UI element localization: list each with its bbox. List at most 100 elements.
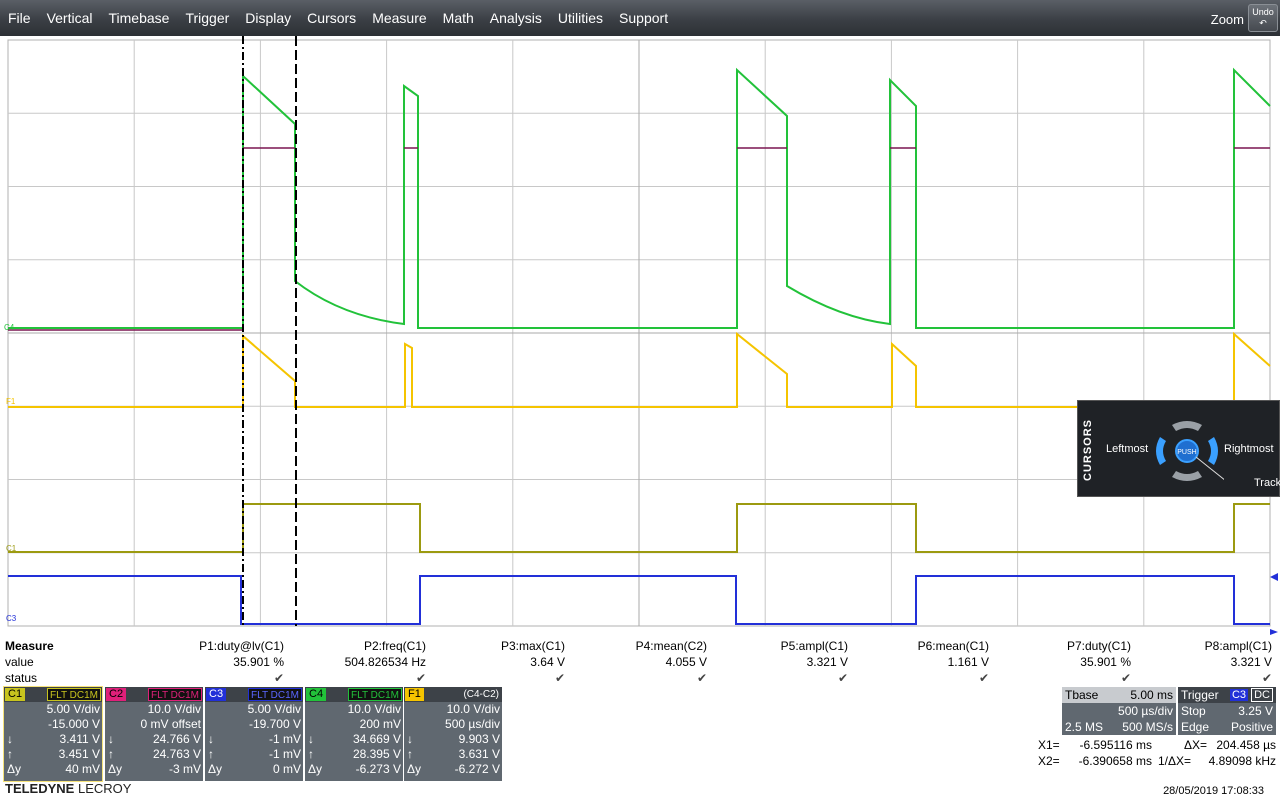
menu-math[interactable]: Math	[435, 0, 482, 36]
timebase-box[interactable]: Tbase 5.00 ms 500 µs/div 2.5 MS 500 MS/s	[1062, 687, 1176, 735]
channel-box-c4[interactable]: C4 FLT DC1M 10.0 V/div 200 mV ↓ 34.669 V ↑…	[305, 687, 403, 781]
up-arrow-icon: ↑	[208, 747, 214, 761]
trigger-slope: Positive	[1230, 720, 1273, 734]
vdiv: 10.0 V/div	[446, 702, 500, 716]
trigger-arrow-marker	[1270, 629, 1278, 635]
param-name[interactable]: P4:mean(C2)	[636, 639, 707, 653]
trigger-box[interactable]: Trigger C3 DC Stop 3.25 V Edge Positive	[1178, 687, 1276, 735]
cursor-down-value: 24.766 V	[152, 732, 201, 746]
menu-trigger[interactable]: Trigger	[177, 0, 237, 36]
menu-timebase[interactable]: Timebase	[100, 0, 177, 36]
param-name[interactable]: P5:ampl(C1)	[781, 639, 848, 653]
down-arrow-icon: ↓	[407, 732, 413, 746]
up-arrow-icon: ↑	[7, 747, 13, 761]
vdiv: 10.0 V/div	[147, 702, 201, 716]
param-value: 3.64 V	[530, 655, 565, 669]
cursor-down-value: 34.669 V	[352, 732, 401, 746]
vdiv: 5.00 V/div	[247, 702, 301, 716]
waveform-display[interactable]: C4 F1 C1 C3	[0, 36, 1280, 640]
param-value: 1.161 V	[947, 655, 989, 669]
trigger-label: Trigger	[1181, 688, 1219, 702]
channel-box-c3[interactable]: C3 FLT DC1M 5.00 V/div -19.700 V ↓ -1 mV ↑…	[205, 687, 303, 781]
delta-y-value: 0 mV	[272, 762, 301, 776]
delta-y-value: -3 mV	[168, 762, 201, 776]
menu-utilities[interactable]: Utilities	[550, 0, 611, 36]
status-check-icon: ✔	[273, 671, 284, 685]
timebase-label: Tbase	[1065, 688, 1099, 702]
timebase-rate: 500 MS/s	[1122, 720, 1173, 734]
measure-header[interactable]: Measure	[5, 639, 54, 653]
measure-value-row: value 35.901 % 504.826534 Hz 3.64 V 4.05…	[0, 655, 1280, 671]
graticule	[7, 39, 1271, 627]
param-name[interactable]: P3:max(C1)	[501, 639, 565, 653]
vdiv: 10.0 V/div	[347, 702, 401, 716]
status-check-icon: ✔	[978, 671, 989, 685]
trigger-level: 3.25 V	[1238, 704, 1273, 718]
menu-display[interactable]: Display	[237, 0, 299, 36]
cursor-knob-icon[interactable]: PUSH	[1150, 417, 1224, 485]
channel-box-c1[interactable]: C1 FLT DC1M 5.00 V/div -15.000 V ↓ 3.411 V…	[3, 686, 103, 782]
cursor-up-value: 24.763 V	[152, 747, 201, 761]
param-value: 504.826534 Hz	[344, 655, 426, 669]
up-arrow-icon: ↑	[407, 747, 413, 761]
trigger-source: C3	[1229, 689, 1249, 701]
param-value: 35.901 %	[233, 655, 284, 669]
status-check-icon: ✔	[837, 671, 848, 685]
value-label: value	[5, 655, 34, 669]
menu-bar: File Vertical Timebase Trigger Display C…	[0, 0, 1280, 36]
offset: 200 mV	[359, 717, 401, 731]
vdiv: 5.00 V/div	[46, 702, 100, 716]
datetime: 28/05/2019 17:08:33	[1163, 785, 1264, 797]
param-name[interactable]: P2:freq(C1)	[364, 639, 426, 653]
delta-y-value: -6.273 V	[355, 762, 401, 776]
zoom-button[interactable]: Zoom	[1211, 12, 1244, 27]
channel-box-c2[interactable]: C2 FLT DC1M 10.0 V/div 0 mV offset ↓ 24.76…	[105, 687, 203, 781]
cursor-rightmost-label[interactable]: Rightmost	[1224, 443, 1274, 455]
channel-tag: C1	[5, 688, 26, 701]
status-check-icon: ✔	[415, 671, 426, 685]
menu-support[interactable]: Support	[611, 0, 676, 36]
brand-logo: TELEDYNE LECROY	[5, 781, 131, 796]
coupling-badge: FLT DC1M	[248, 688, 302, 701]
param-name[interactable]: P6:mean(C1)	[918, 639, 989, 653]
x1-label: X1=	[1038, 738, 1060, 752]
timebase-delay: 5.00 ms	[1130, 688, 1173, 702]
channel-tag: C3	[206, 688, 227, 701]
trigger-mode: Stop	[1181, 704, 1206, 718]
logo-sub: LECROY	[77, 781, 132, 796]
cursor-lines[interactable]	[242, 36, 297, 626]
cursor-down-value: -1 mV	[268, 732, 301, 746]
param-name[interactable]: P7:duty(C1)	[1067, 639, 1131, 653]
timebase-samples: 2.5 MS	[1065, 720, 1104, 734]
down-arrow-icon: ↓	[208, 732, 214, 746]
channel-box-f1[interactable]: F1 (C4-C2) 10.0 V/div 500 µs/div ↓ 9.903 V…	[404, 687, 502, 781]
cursor-up-value: 3.451 V	[58, 747, 100, 761]
coupling-badge: FLT DC1M	[148, 688, 202, 701]
undo-label: Undo	[1252, 7, 1274, 17]
cursor-leftmost-label[interactable]: Leftmost	[1106, 443, 1148, 455]
delta-y-label: Δy	[308, 762, 323, 776]
undo-button[interactable]: Undo ↶	[1248, 4, 1278, 32]
offset: -15.000 V	[47, 717, 100, 731]
offset: 0 mV offset	[140, 717, 201, 731]
cursor-track-label[interactable]: Track	[1254, 477, 1280, 489]
cursor-push-label: PUSH	[1177, 449, 1196, 456]
param-name[interactable]: P1:duty@lv(C1)	[199, 639, 284, 653]
cursor-down-value: 9.903 V	[458, 732, 500, 746]
menu-analysis[interactable]: Analysis	[482, 0, 550, 36]
menu-cursors[interactable]: Cursors	[299, 0, 364, 36]
trace-label-c4: C4	[4, 323, 15, 332]
waveform-grid: C4 F1 C1 C3	[4, 36, 1278, 635]
menu-file[interactable]: File	[0, 0, 39, 36]
delta-y-value: 40 mV	[65, 762, 100, 776]
trigger-level-marker	[1270, 573, 1278, 581]
menu-vertical[interactable]: Vertical	[39, 0, 101, 36]
menu-measure[interactable]: Measure	[364, 0, 434, 36]
cursor-up-value: 28.395 V	[352, 747, 401, 761]
param-name[interactable]: P8:ampl(C1)	[1205, 639, 1272, 653]
up-arrow-icon: ↑	[108, 747, 114, 761]
status-check-icon: ✔	[696, 671, 707, 685]
timebase-div: 500 µs/div	[1118, 704, 1173, 718]
trace-label-c1: C1	[6, 544, 17, 553]
x1-value: -6.595116 ms	[1079, 738, 1153, 752]
